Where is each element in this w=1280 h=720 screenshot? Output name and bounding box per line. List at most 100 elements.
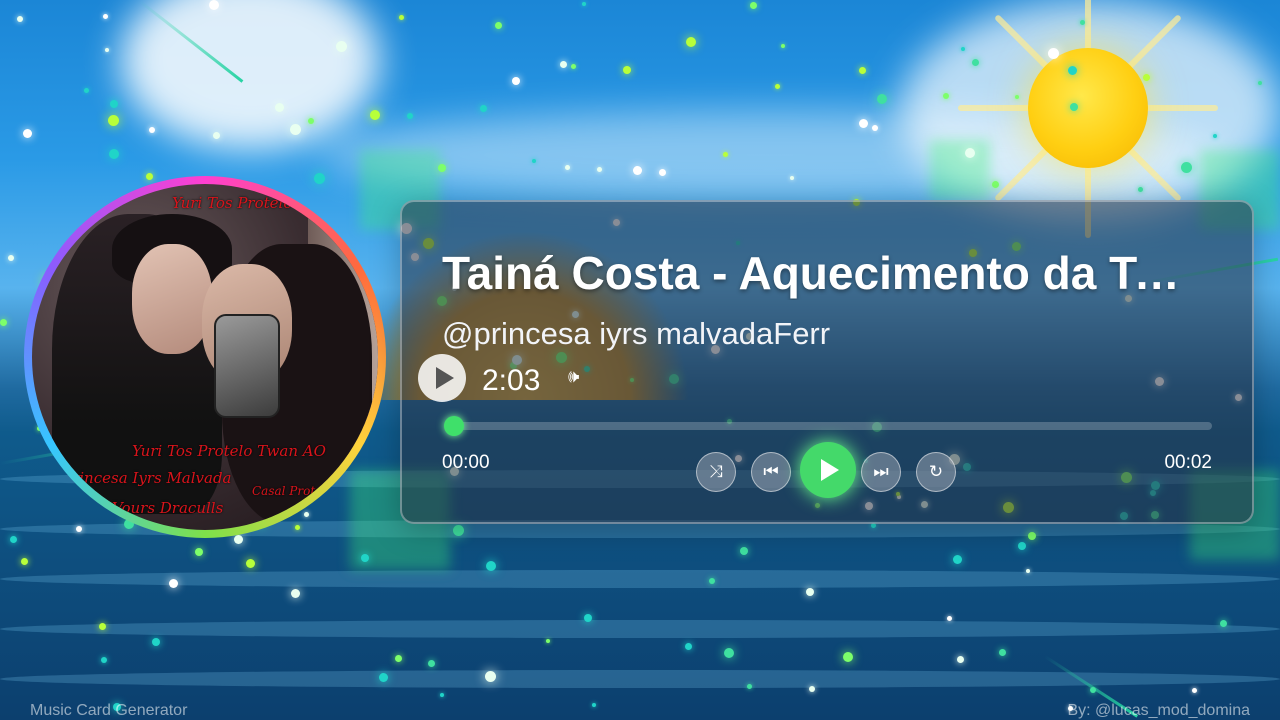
- sparkle: [532, 159, 536, 163]
- sparkle: [109, 149, 119, 159]
- sparkle: [961, 47, 965, 51]
- sun-icon: [1028, 48, 1148, 168]
- play-button[interactable]: [418, 354, 466, 402]
- sparkle: [17, 16, 23, 22]
- sparkle: [1068, 66, 1077, 75]
- sparkle: [370, 110, 380, 120]
- sparkle: [750, 2, 757, 9]
- sparkle: [872, 125, 878, 131]
- sparkle: [1138, 187, 1143, 192]
- sparkle: [336, 41, 347, 52]
- sparkle: [314, 173, 325, 184]
- next-icon[interactable]: ⏭: [861, 452, 901, 492]
- play-icon[interactable]: [800, 442, 856, 498]
- sparkle: [308, 118, 314, 124]
- sparkle: [21, 558, 28, 565]
- album-caption: Yuri Tos Protelo: [172, 194, 293, 212]
- sparkle: [1181, 162, 1192, 173]
- sparkle: [633, 166, 642, 175]
- sparkle: [407, 113, 413, 119]
- sparkle: [709, 578, 715, 584]
- sparkle: [8, 255, 14, 261]
- sparkle: [480, 105, 487, 112]
- photo-face: [132, 244, 212, 354]
- sparkle: [943, 93, 949, 99]
- sparkle: [105, 48, 109, 52]
- sparkle: [246, 559, 255, 568]
- footer-author-label: By: @lucas_mod_domina: [1067, 702, 1250, 719]
- sparkle: [659, 169, 666, 176]
- progress-thumb[interactable]: [444, 416, 464, 436]
- sparkle: [859, 67, 866, 74]
- sparkle: [76, 526, 82, 532]
- sparkle: [597, 167, 602, 172]
- sparkle: [84, 88, 89, 93]
- sparkle: [152, 638, 160, 646]
- track-artist: @princesa iyrs malvadaFerr: [442, 316, 831, 351]
- sparkle: [399, 15, 404, 20]
- sparkle: [582, 2, 586, 6]
- sparkle: [685, 643, 692, 650]
- sparkle: [290, 124, 301, 135]
- sparkle: [592, 703, 596, 707]
- sparkle: [584, 614, 592, 622]
- sparkle: [972, 59, 979, 66]
- progress-bar[interactable]: [446, 422, 1212, 430]
- sparkle: [23, 129, 32, 138]
- sea-wave: [0, 570, 1280, 588]
- sparkle: [1015, 95, 1019, 99]
- sparkle: [1220, 620, 1227, 627]
- player-card: Tainá Costa - Aquecimento da Tai... @pri…: [400, 200, 1254, 524]
- cloud: [120, 0, 380, 150]
- sparkle: [965, 148, 975, 158]
- sparkle: [213, 132, 220, 139]
- sparkle: [1258, 81, 1262, 85]
- sparkle: [806, 588, 814, 596]
- shuffle-icon[interactable]: ⤨: [696, 452, 736, 492]
- sparkle: [740, 547, 748, 555]
- album-caption: Yuri Tos Protelo Twan AO: [132, 442, 326, 460]
- sparkle: [999, 649, 1006, 656]
- sparkle: [1028, 532, 1036, 540]
- sparkle: [495, 22, 502, 29]
- sparkle: [723, 152, 728, 157]
- sparkle: [295, 525, 300, 530]
- sparkle: [992, 181, 999, 188]
- sparkle: [724, 648, 734, 658]
- sparkle: [1048, 48, 1059, 59]
- sparkle: [1070, 103, 1078, 111]
- sparkle: [953, 555, 962, 564]
- album-caption: Princesa Iyrs Malvada: [62, 469, 232, 487]
- sparkle: [1026, 569, 1030, 573]
- album-art-ring: Yuri Tos Protelo Yuri Tos Protelo Twan A…: [24, 176, 386, 538]
- sparkle: [1143, 74, 1150, 81]
- sparkle: [101, 657, 107, 663]
- previous-icon[interactable]: ⏮: [751, 452, 791, 492]
- sparkle: [947, 616, 952, 621]
- sparkle: [623, 66, 631, 74]
- repeat-icon[interactable]: ↻: [916, 452, 956, 492]
- sparkle: [560, 61, 567, 68]
- sparkle: [0, 319, 7, 326]
- sparkle: [108, 115, 119, 126]
- sparkle: [1090, 687, 1096, 693]
- sparkle: [453, 525, 464, 536]
- sparkle: [275, 103, 284, 112]
- sparkle: [195, 548, 203, 556]
- phone-icon: [214, 314, 280, 418]
- sparkle: [843, 652, 853, 662]
- sparkle: [486, 561, 496, 571]
- sparkle: [169, 579, 178, 588]
- music-card-scene: Yuri Tos Protelo Yuri Tos Protelo Twan A…: [0, 0, 1280, 720]
- sparkle: [438, 164, 446, 172]
- sparkle: [781, 44, 785, 48]
- sparkle: [686, 37, 696, 47]
- sparkle: [10, 536, 17, 543]
- volume-icon[interactable]: 🕪: [568, 366, 579, 387]
- sparkle: [379, 673, 388, 682]
- glow-effect: [930, 140, 990, 200]
- sparkle: [395, 655, 402, 662]
- sparkle: [1018, 542, 1026, 550]
- sparkle: [209, 0, 219, 10]
- elapsed-time: 00:00: [442, 452, 490, 473]
